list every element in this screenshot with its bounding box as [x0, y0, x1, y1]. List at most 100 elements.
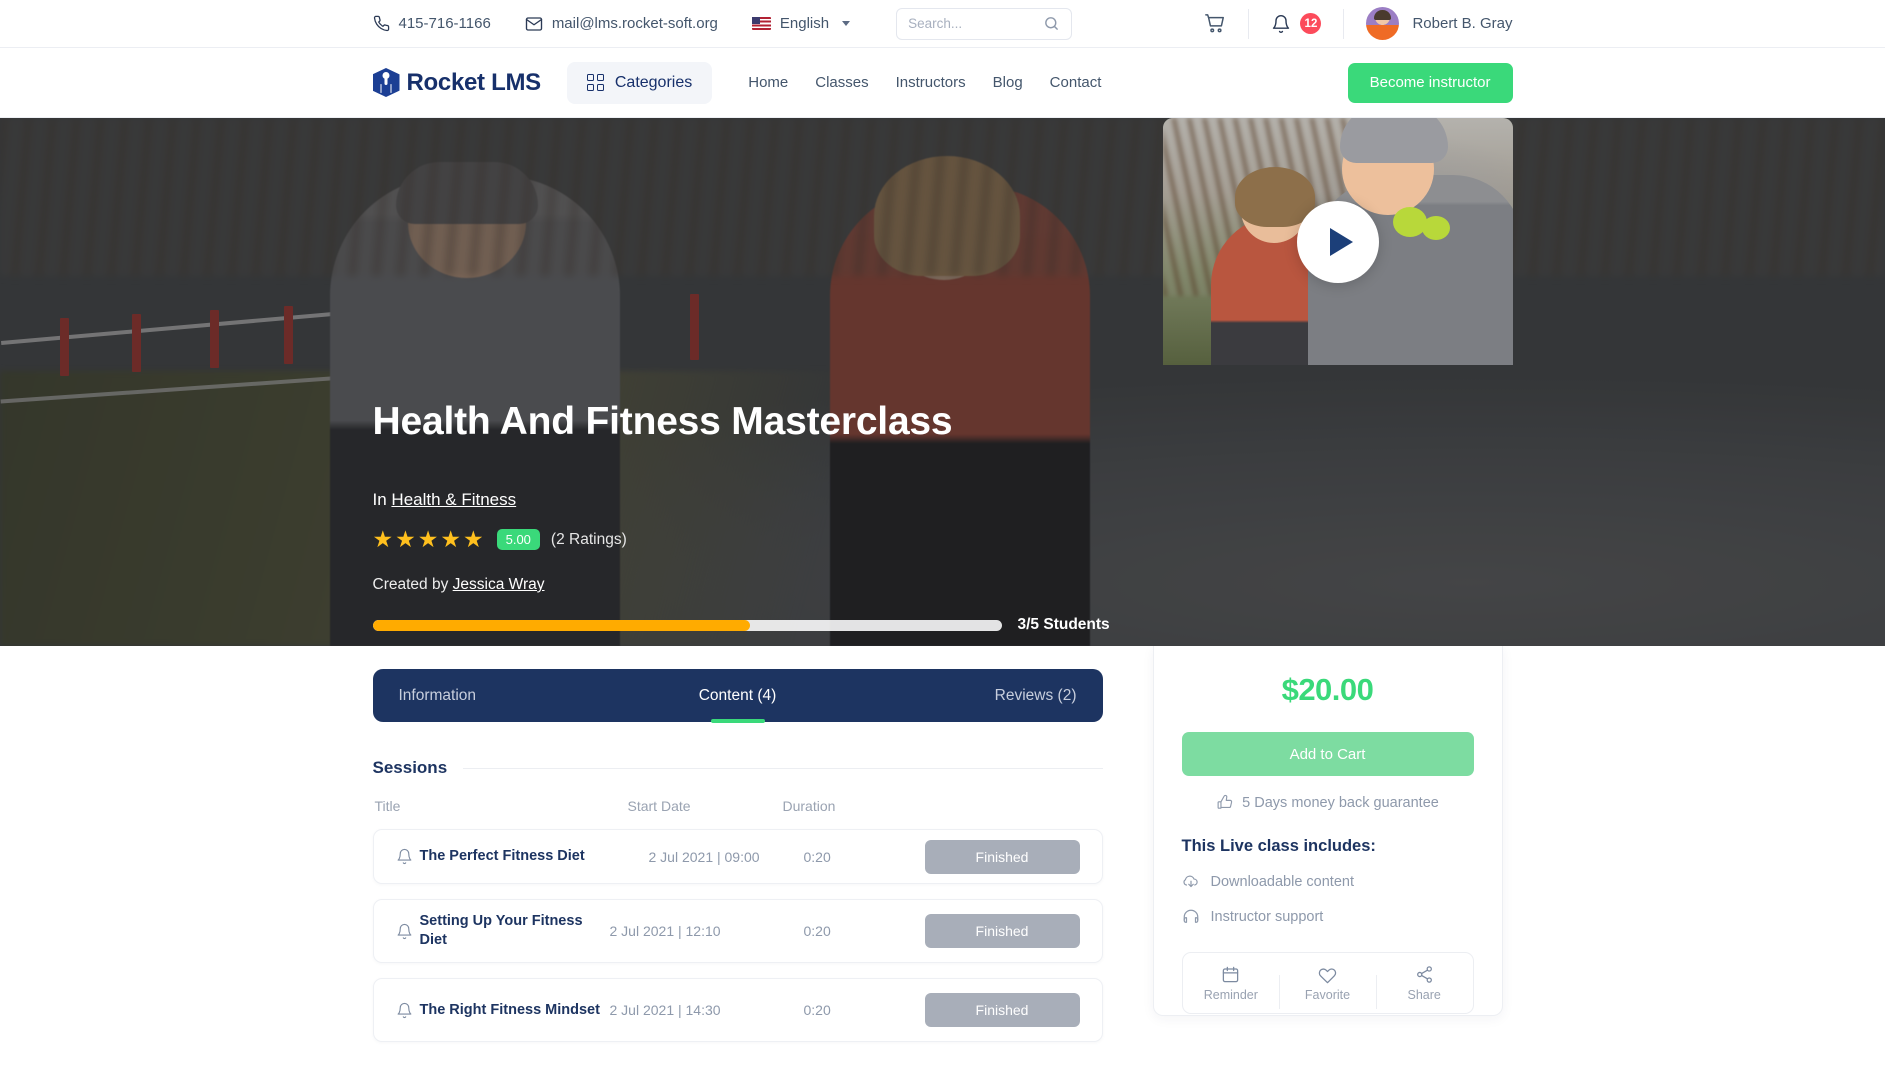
bell-icon: [396, 848, 420, 865]
table-row[interactable]: The Perfect Fitness Diet 2 Jul 2021 | 09…: [372, 829, 1103, 884]
sidebar-column: $20.00 Add to Cart 5 Days money back gua…: [1152, 646, 1503, 1042]
categories-button[interactable]: Categories: [566, 61, 713, 104]
language-selector[interactable]: English: [751, 15, 851, 32]
language-label: English: [779, 15, 830, 32]
session-status-button[interactable]: Finished: [924, 993, 1080, 1027]
course-actions: Reminder Favorite Share: [1181, 952, 1474, 1014]
nav-link-blog[interactable]: Blog: [993, 74, 1023, 91]
bell-icon: [396, 923, 420, 940]
reminder-label: Reminder: [1203, 987, 1258, 1002]
sessions-header: Sessions: [373, 758, 1103, 778]
progress-track: [372, 619, 1002, 631]
share-icon: [1415, 965, 1434, 984]
user-menu[interactable]: Robert B. Gray: [1366, 7, 1513, 40]
session-status-button[interactable]: Finished: [924, 914, 1080, 948]
column-header-duration: Duration: [782, 798, 836, 814]
tab-content[interactable]: Content (4): [625, 687, 851, 705]
brand-name: Rocket LMS: [406, 68, 542, 96]
table-row[interactable]: The Right Fitness Mindset 2 Jul 2021 | 1…: [372, 978, 1103, 1042]
hero-banner: Health And Fitness Masterclass In Health…: [0, 118, 1885, 646]
username-label: Robert B. Gray: [1412, 15, 1513, 32]
tab-reviews[interactable]: Reviews (2): [851, 687, 1077, 705]
page-body: Information Content (4) Reviews (2) Sess…: [0, 646, 1885, 1042]
session-duration: 0:20: [803, 1002, 831, 1018]
session-action: Finished: [909, 839, 1080, 874]
table-row[interactable]: Setting Up Your Fitness Diet 2 Jul 2021 …: [372, 899, 1103, 963]
categories-label: Categories: [614, 73, 693, 91]
rating-block: ★★★★★ 5.00 (2 Ratings): [373, 528, 627, 551]
category-link[interactable]: Health & Fitness: [391, 490, 516, 509]
divider: [463, 767, 1103, 769]
phone-item[interactable]: 415-716-1166: [373, 15, 491, 32]
logo[interactable]: Rocket LMS: [372, 68, 542, 97]
favorite-button[interactable]: Favorite: [1279, 965, 1376, 1009]
mail-icon: [525, 15, 543, 33]
cart-button[interactable]: [1204, 13, 1226, 35]
email-item[interactable]: mail@lms.rocket-soft.org: [525, 15, 718, 33]
rocket-logo-icon: [372, 68, 400, 97]
become-instructor-button[interactable]: Become instructor: [1347, 62, 1513, 103]
calendar-icon: [1221, 965, 1240, 984]
nav-links: Home Classes Instructors Blog Contact: [748, 74, 1101, 91]
search-box[interactable]: [896, 7, 1073, 40]
sessions-table-header: Title Start Date Duration: [373, 798, 1103, 814]
search-icon[interactable]: [1043, 15, 1060, 32]
notifications-button[interactable]: 12: [1271, 13, 1322, 34]
author-link[interactable]: Jessica Wray: [453, 576, 545, 593]
star-rating-icon: ★★★★★: [372, 526, 486, 552]
us-flag-icon: [751, 17, 771, 30]
main-nav: Rocket LMS Categories Home Classes Instr…: [0, 48, 1885, 118]
cart-icon: [1204, 13, 1226, 35]
page-title: Health And Fitness Masterclass: [372, 400, 953, 443]
notification-badge: 12: [1300, 13, 1322, 34]
in-label: In: [372, 490, 387, 509]
divider: [1343, 8, 1345, 39]
play-button[interactable]: [1296, 200, 1379, 283]
reminder-button[interactable]: Reminder: [1183, 965, 1280, 1002]
session-start-date: 2 Jul 2021 | 14:30: [609, 1002, 721, 1018]
session-action: Finished: [909, 993, 1080, 1027]
purchase-card: $20.00 Add to Cart 5 Days money back gua…: [1152, 646, 1503, 1016]
nav-link-contact[interactable]: Contact: [1050, 74, 1102, 91]
course-price: $20.00: [1281, 672, 1374, 707]
created-by-label: Created by: [372, 576, 449, 593]
session-start-date: 2 Jul 2021 | 09:00: [648, 848, 760, 865]
include-label: Downloadable content: [1210, 874, 1355, 890]
guarantee-label: 5 Days money back guarantee: [1242, 794, 1439, 811]
share-label: Share: [1407, 987, 1441, 1002]
students-progress: 3/5 Students: [372, 616, 1110, 634]
author-line: Created by Jessica Wray: [373, 576, 545, 594]
heart-icon: [1318, 965, 1337, 984]
chevron-down-icon: [842, 21, 851, 26]
share-button[interactable]: Share: [1375, 965, 1473, 1009]
favorite-label: Favorite: [1304, 987, 1351, 1002]
students-label: 3/5 Students: [1017, 616, 1110, 633]
column-header-title: Title: [374, 798, 401, 814]
session-status-button[interactable]: Finished: [924, 839, 1080, 874]
headphones-icon: [1182, 908, 1200, 926]
session-title: Setting Up Your Fitness Diet: [419, 913, 583, 948]
grid-icon: [586, 74, 604, 91]
rating-count: (2 Ratings): [550, 530, 627, 548]
search-input[interactable]: [908, 16, 1034, 31]
bell-icon: [1271, 14, 1291, 34]
thumbs-up-icon: [1216, 794, 1233, 811]
money-back-guarantee: 5 Days money back guarantee: [1182, 794, 1474, 811]
bell-icon: [396, 1002, 420, 1019]
nav-link-classes[interactable]: Classes: [815, 74, 868, 91]
session-duration: 0:20: [803, 848, 831, 865]
add-to-cart-button[interactable]: Add to Cart: [1181, 732, 1474, 776]
phone-text: 415-716-1166: [398, 15, 491, 32]
session-title: The Right Fitness Mindset: [419, 1001, 600, 1018]
play-icon: [1329, 227, 1353, 256]
nav-link-home[interactable]: Home: [748, 74, 788, 91]
include-label: Instructor support: [1210, 909, 1324, 925]
course-video-preview[interactable]: [1162, 118, 1513, 365]
column-header-start-date: Start Date: [627, 798, 691, 814]
nav-link-instructors[interactable]: Instructors: [896, 74, 966, 91]
includes-title: This Live class includes:: [1181, 837, 1376, 855]
tab-information[interactable]: Information: [399, 687, 625, 705]
sessions-title: Sessions: [372, 758, 448, 777]
decoration-headphones: [1392, 207, 1427, 237]
avatar: [1366, 7, 1400, 40]
